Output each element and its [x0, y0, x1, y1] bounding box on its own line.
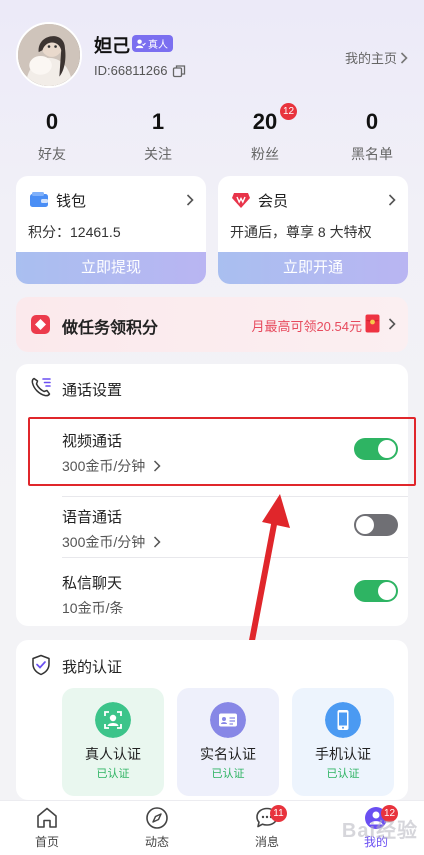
profile-header: 妲己 真人 ID:66811266 我的主页: [16, 22, 408, 92]
chevron-right-icon: [186, 194, 194, 206]
open-vip-button[interactable]: 立即开通: [218, 252, 408, 284]
real-badge-label: 真人: [148, 40, 168, 51]
stat-label: 好友: [38, 146, 66, 162]
private-chat-label: 私信聊天: [62, 575, 123, 592]
task-title: 做任务领积分: [62, 320, 159, 337]
auth-status: 已认证: [211, 768, 245, 780]
stat-label: 黑名单: [351, 146, 393, 162]
stat-following[interactable]: 1 关注: [113, 108, 203, 164]
my-homepage-link[interactable]: 我的主页: [345, 48, 408, 67]
auth-status: 已认证: [326, 768, 360, 780]
messages-badge: 11: [270, 805, 287, 822]
user-id-text: ID:66811266: [94, 63, 168, 78]
home-icon: [37, 807, 57, 828]
phone-settings-icon: [31, 377, 51, 397]
vip-card[interactable]: 会员 开通后，尊享 8 大特权 立即开通: [218, 176, 408, 284]
shield-check-icon: [32, 654, 50, 676]
stat-label: 关注: [144, 146, 172, 162]
voice-call-row: 语音通话 300金币/分钟: [62, 506, 398, 564]
private-chat-row: 私信聊天 10金币/条: [62, 572, 398, 626]
wallet-title: 钱包: [56, 193, 87, 210]
auth-label: 手机认证: [315, 746, 371, 762]
real-person-verification[interactable]: 真人认证 已认证: [62, 688, 164, 796]
call-settings-title: 通话设置: [62, 382, 123, 399]
tab-label: 首页: [34, 835, 59, 849]
stat-fans[interactable]: 20 粉丝 12: [220, 103, 310, 164]
wallet-icon: [30, 192, 48, 207]
divider: [62, 557, 408, 558]
tab-messages[interactable]: 消息 11: [232, 805, 302, 850]
tab-label: 动态: [144, 835, 169, 849]
copy-icon[interactable]: [172, 64, 186, 78]
voice-call-toggle[interactable]: [354, 514, 398, 536]
call-settings-card: 通话设置 视频通话 300金币/分钟 语音通话 300金币/分钟 私信聊天 10…: [16, 364, 408, 626]
chevron-right-icon: [388, 194, 396, 206]
toggle-knob: [378, 582, 396, 600]
task-diamond-icon: [31, 315, 50, 334]
watermark: Bai经验: [341, 820, 418, 842]
wallet-points: 积分：12461.5: [28, 224, 121, 240]
vip-description: 开通后，尊享 8 大特权: [230, 224, 372, 240]
auth-label: 真人认证: [85, 746, 141, 762]
task-reward-text: 月最高可领20.54元: [251, 319, 362, 334]
private-chat-price-text: 10金币/条: [62, 600, 124, 616]
user-id: ID:66811266: [94, 63, 186, 78]
tab-home[interactable]: 首页: [12, 805, 82, 850]
stat-value: 0: [45, 109, 59, 134]
stat-label: 粉丝: [251, 146, 279, 162]
id-card-icon: [210, 702, 246, 738]
wallet-card[interactable]: 钱包 积分：12461.5 立即提现: [16, 176, 206, 284]
annotation-highlight-box: [28, 417, 416, 486]
person-verified-icon: [135, 39, 146, 49]
compass-icon: [146, 807, 168, 829]
stat-blacklist[interactable]: 0 黑名单: [327, 108, 417, 164]
voice-call-price-text: 300金币/分钟: [62, 534, 146, 550]
tab-label: 消息: [254, 835, 279, 849]
red-envelope-icon: [365, 314, 380, 333]
nickname: 妲己: [94, 36, 130, 56]
stat-friends[interactable]: 0 好友: [7, 108, 97, 164]
avatar[interactable]: [16, 22, 82, 88]
real-person-badge: 真人: [132, 35, 173, 52]
stat-value: 1: [151, 109, 165, 134]
mobile-phone-icon: [325, 702, 361, 738]
voice-call-label: 语音通话: [62, 509, 123, 526]
private-chat-price: 10金币/条: [62, 598, 123, 618]
task-banner[interactable]: 做任务领积分 月最高可领20.54元: [16, 297, 408, 352]
chevron-right-icon: [388, 318, 396, 330]
chevron-right-icon: [400, 51, 408, 64]
verification-title: 我的认证: [62, 659, 123, 676]
real-name-verification[interactable]: 实名认证 已认证: [177, 688, 279, 796]
withdraw-button[interactable]: 立即提现: [16, 252, 206, 284]
auth-label: 实名认证: [200, 746, 256, 762]
fans-count-badge: 12: [280, 103, 298, 120]
tab-moments[interactable]: 动态: [122, 805, 192, 850]
diamond-vip-icon: [232, 193, 250, 208]
vip-title: 会员: [258, 193, 289, 210]
phone-verification[interactable]: 手机认证 已认证: [292, 688, 394, 796]
avatar-photo: [18, 24, 80, 86]
verification-card: 我的认证 真人认证 已认证 实名认证 已认证 手机认证 已认证: [16, 640, 408, 800]
toggle-knob: [356, 516, 374, 534]
stats-row: 0 好友 1 关注 20 粉丝 12 0 黑名单: [0, 103, 424, 164]
face-scan-icon: [95, 702, 131, 738]
private-chat-toggle[interactable]: [354, 580, 398, 602]
chevron-right-icon: [154, 536, 161, 548]
stat-value: 0: [365, 109, 379, 134]
my-homepage-label: 我的主页: [344, 51, 397, 66]
divider: [62, 496, 408, 497]
auth-status: 已认证: [96, 768, 130, 780]
voice-call-price[interactable]: 300金币/分钟: [62, 532, 161, 552]
